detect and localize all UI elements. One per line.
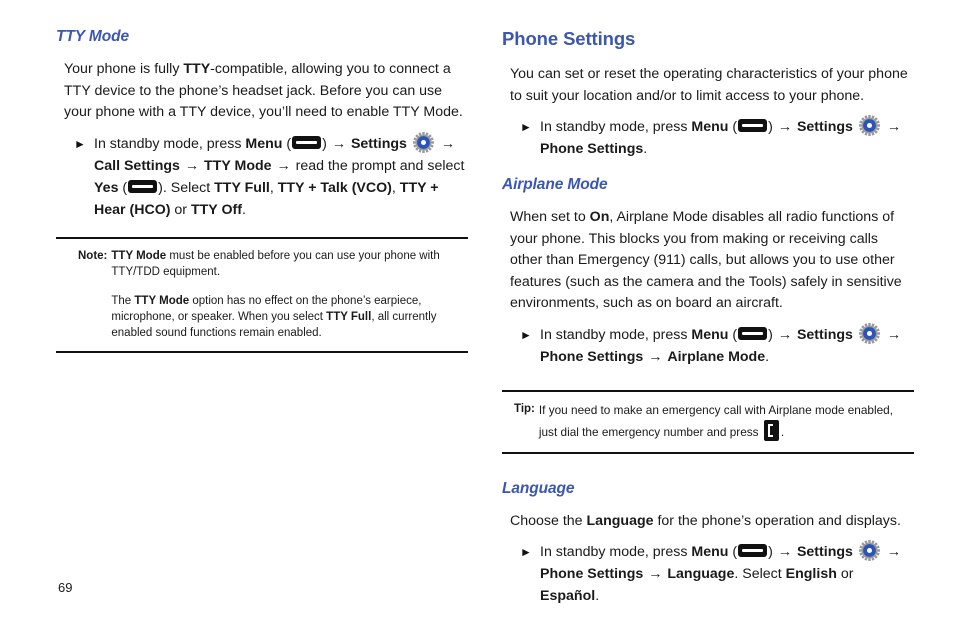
menu-key-icon <box>292 135 322 149</box>
language-paragraph: Choose the Language for the phone’s oper… <box>510 512 901 529</box>
right-column: Phone Settings You can set or reset the … <box>502 28 914 607</box>
note-body: TTY Mode must be enabled before you can … <box>111 248 466 341</box>
tty-mode-heading: TTY Mode <box>56 28 129 45</box>
airplane-mode-steps-text: In standby mode, press Menu () → Setting… <box>540 322 912 368</box>
airplane-mode-heading: Airplane Mode <box>502 176 608 193</box>
tty-mode-steps-text: In standby mode, press Menu () → Setting… <box>94 131 466 221</box>
tty-mode-steps-bullet: ► In standby mode, press Menu () → Setti… <box>56 131 466 221</box>
note-label: Note: <box>78 249 108 262</box>
page-number: 69 <box>58 580 73 595</box>
settings-gear-icon <box>858 540 880 561</box>
triangle-bullet-icon: ► <box>74 136 86 151</box>
settings-gear-icon <box>412 131 434 153</box>
tip-label: Tip: <box>514 402 535 415</box>
settings-gear-icon <box>858 322 880 344</box>
triangle-bullet-icon: ► <box>520 327 532 342</box>
note-paragraph-2: The TTY Mode option has no effect on the… <box>111 294 437 339</box>
menu-key-icon <box>128 179 158 193</box>
menu-key-icon <box>738 544 768 557</box>
triangle-bullet-icon: ► <box>520 545 532 559</box>
airplane-mode-steps-bullet: ► In standby mode, press Menu () → Setti… <box>502 322 912 368</box>
phone-settings-steps-text: In standby mode, press Menu () → Setting… <box>540 115 912 160</box>
language-steps-text: In standby mode, press Menu () → Setting… <box>540 540 912 607</box>
phone-settings-intro-paragraph: You can set or reset the operating chara… <box>510 66 908 104</box>
phone-settings-heading: Phone Settings <box>502 28 636 49</box>
tty-intro-paragraph: Your phone is fully TTY-compatible, allo… <box>64 61 463 120</box>
language-steps-bullet: ► In standby mode, press Menu () → Setti… <box>502 540 912 607</box>
left-column: TTY Mode Your phone is fully TTY-compati… <box>56 28 468 353</box>
send-key-icon <box>763 419 779 441</box>
language-heading: Language <box>502 479 575 497</box>
note-paragraph-1: TTY Mode must be enabled before you can … <box>111 249 440 278</box>
tip-body: If you need to make an emergency call wi… <box>539 401 912 442</box>
manual-page: TTY Mode Your phone is fully TTY-compati… <box>0 0 954 636</box>
note-callout: Note: TTY Mode must be enabled before yo… <box>56 236 468 353</box>
tip-text: If you need to make an emergency call wi… <box>538 402 893 441</box>
menu-key-icon <box>738 119 768 132</box>
triangle-bullet-icon: ► <box>520 120 532 134</box>
menu-key-icon <box>738 326 768 340</box>
airplane-mode-paragraph: When set to On, Airplane Mode disables a… <box>510 209 902 311</box>
settings-gear-icon <box>858 115 880 136</box>
tip-callout: Tip: If you need to make an emergency ca… <box>502 389 914 454</box>
phone-settings-steps-bullet: ► In standby mode, press Menu () → Setti… <box>502 115 912 160</box>
